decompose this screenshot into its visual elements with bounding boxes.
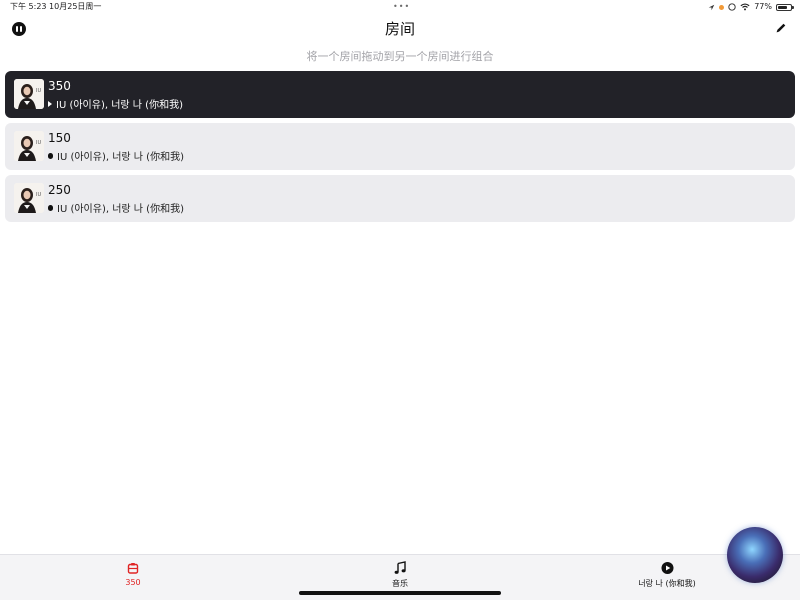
screen: 下午 5:23 10月25日周一 ••• 77% 房间 将一个房间拖动到另一个房… [0, 0, 800, 600]
room-track: IU (아이유), 너랑 나 (你和我) [57, 204, 184, 215]
page-title: 房间 [384, 20, 415, 38]
tab-now-playing[interactable]: 너랑 나 (你和我) [597, 561, 737, 589]
svg-text:IU: IU [36, 88, 41, 94]
status-time-date: 下午 5:23 10月25日周一 [10, 2, 102, 11]
group-hint: 将一个房间拖动到另一个房间进行组合 [306, 50, 494, 63]
album-art: IU [14, 183, 44, 213]
tab-label: 너랑 나 (你和我) [638, 579, 696, 588]
stopped-icon [48, 152, 53, 159]
room-name: 150 [48, 131, 71, 145]
status-bar: 下午 5:23 10月25日周一 ••• 77% [0, 0, 800, 14]
multitasking-dots[interactable]: ••• [393, 0, 410, 14]
battery-fill [778, 5, 788, 9]
stopped-icon [48, 204, 53, 211]
edit-pencil-icon[interactable] [774, 21, 788, 35]
album-art-image: IU [14, 79, 44, 109]
album-art-image: IU [14, 183, 44, 213]
tab-label: 350 [125, 578, 141, 587]
room-track: IU (아이유), 너랑 나 (你和我) [57, 152, 184, 163]
room-row-150[interactable]: IU 150 IU (아이유), 너랑 나 (你和我) [5, 123, 795, 170]
play-circle-icon [661, 562, 673, 574]
room-now-playing: IU (아이유), 너랑 나 (你和我) [48, 148, 184, 163]
album-art: IU [14, 79, 44, 109]
home-indicator[interactable] [299, 591, 501, 595]
siri-orb-icon[interactable] [727, 527, 783, 583]
svg-text:IU: IU [36, 140, 41, 146]
room-row-250[interactable]: IU 250 IU (아이유), 너랑 나 (你和我) [5, 175, 795, 222]
room-now-playing: IU (아이유), 너랑 나 (你和我) [48, 200, 184, 215]
tab-music[interactable]: 音乐 [330, 561, 470, 589]
album-art: IU [14, 131, 44, 161]
tab-label: 音乐 [392, 579, 408, 588]
album-art-image: IU [14, 131, 44, 161]
svg-text:IU: IU [36, 192, 41, 198]
room-now-playing: IU (아이유), 너랑 나 (你和我) [48, 96, 183, 111]
room-name: 250 [48, 183, 71, 197]
room-name: 350 [48, 79, 71, 93]
siri-status-icon [728, 3, 736, 11]
music-note-icon [394, 561, 406, 574]
battery-icon [776, 3, 794, 11]
room-track: IU (아이유), 너랑 나 (你和我) [56, 100, 183, 111]
mic-indicator-icon [719, 4, 725, 10]
tab-rooms[interactable]: 350 [63, 561, 203, 587]
status-right: 77% [708, 0, 794, 14]
location-icon [708, 4, 715, 10]
battery-percent: 77% [754, 2, 772, 11]
wifi-icon [740, 3, 750, 11]
room-icon [127, 563, 139, 574]
playing-icon [48, 100, 52, 107]
room-list: IU 350 IU (아이유), 너랑 나 (你和我) IU 150 IU (아… [5, 71, 795, 227]
room-row-350[interactable]: IU 350 IU (아이유), 너랑 나 (你和我) [5, 71, 795, 118]
